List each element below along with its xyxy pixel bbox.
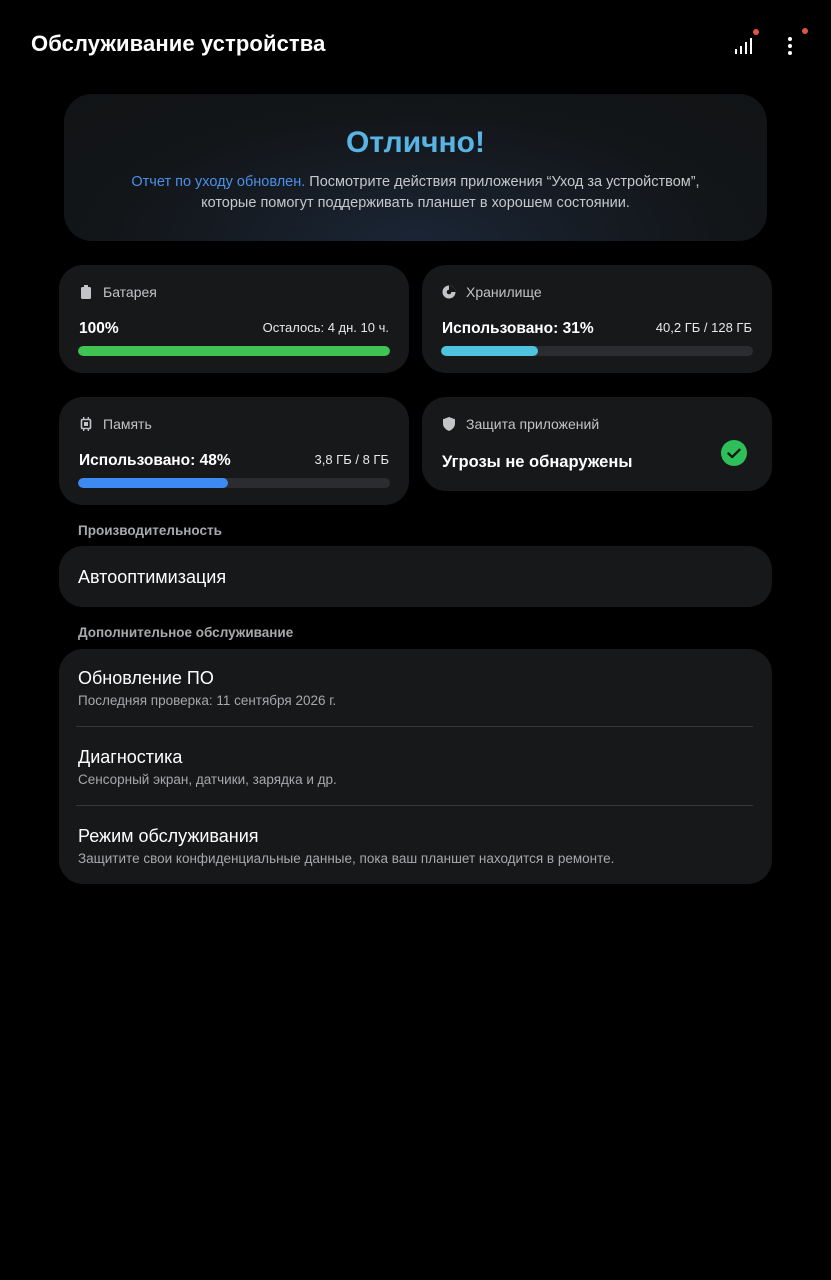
battery-card[interactable]: Батарея 100% Осталось: 4 дн. 10 ч. bbox=[59, 265, 409, 373]
notification-badge bbox=[753, 29, 759, 35]
status-text-line2: которые помогут поддерживать планшет в х… bbox=[201, 195, 630, 211]
page-title: Обслуживание устройства bbox=[31, 31, 326, 56]
storage-amount: 40,2 ГБ / 128 ГБ bbox=[655, 320, 752, 335]
memory-amount: 3,8 ГБ / 8 ГБ bbox=[314, 452, 389, 467]
maintenance-mode-title: Режим обслуживания bbox=[78, 826, 259, 846]
pie-chart-icon bbox=[442, 285, 456, 299]
memory-progress bbox=[78, 478, 390, 488]
battery-icon bbox=[79, 285, 93, 299]
software-update-item[interactable]: Обновление ПО Последняя проверка: 11 сен… bbox=[59, 649, 772, 727]
maintenance-mode-subtitle: Защитите свои конфиденциальные данные, п… bbox=[78, 851, 615, 866]
software-update-title: Обновление ПО bbox=[78, 668, 214, 688]
app-protection-card[interactable]: Защита приложений Угрозы не обнаружены bbox=[422, 397, 772, 491]
storage-progress bbox=[441, 346, 753, 356]
storage-value: Использовано: 31% bbox=[442, 320, 594, 337]
battery-progress bbox=[78, 346, 390, 356]
status-summary-card: Отлично! Отчет по уходу обновлен. Посмот… bbox=[64, 94, 767, 241]
performance-section-label: Производительность bbox=[78, 523, 222, 538]
stats-button[interactable] bbox=[725, 28, 761, 64]
battery-label: Батарея bbox=[103, 284, 157, 300]
device-care-screen: Обслуживание устройства Отлично! Отчет п… bbox=[0, 0, 831, 1280]
storage-progress-fill bbox=[441, 346, 538, 356]
storage-label: Хранилище bbox=[466, 284, 542, 300]
notification-badge bbox=[802, 28, 808, 34]
app-bar: Обслуживание устройства bbox=[0, 0, 831, 92]
battery-progress-fill bbox=[78, 346, 390, 356]
auto-optimization-label: Автооптимизация bbox=[78, 567, 227, 587]
shield-icon bbox=[442, 417, 456, 431]
divider bbox=[76, 726, 753, 727]
diagnostics-item[interactable]: Диагностика Сенсорный экран, датчики, за… bbox=[59, 728, 772, 806]
maintenance-mode-item[interactable]: Режим обслуживания Защитите свои конфиде… bbox=[59, 807, 772, 884]
auto-optimization-card[interactable]: Автооптимизация bbox=[59, 546, 772, 607]
bar-chart-icon bbox=[735, 38, 752, 54]
more-options-button[interactable] bbox=[772, 28, 808, 64]
memory-value: Использовано: 48% bbox=[79, 452, 231, 469]
status-text-line1: Посмотрите действия приложения “Уход за … bbox=[305, 174, 700, 190]
memory-label: Память bbox=[103, 416, 152, 432]
storage-card[interactable]: Хранилище Использовано: 31% 40,2 ГБ / 12… bbox=[422, 265, 772, 373]
status-description: Отчет по уходу обновлен. Посмотрите дейс… bbox=[94, 172, 737, 214]
app-protection-label: Защита приложений bbox=[466, 416, 600, 432]
divider bbox=[76, 805, 753, 806]
care-report-link[interactable]: Отчет по уходу обновлен. bbox=[131, 174, 305, 190]
status-title: Отлично! bbox=[346, 126, 485, 159]
diagnostics-subtitle: Сенсорный экран, датчики, зарядка и др. bbox=[78, 772, 337, 787]
software-update-subtitle: Последняя проверка: 11 сентября 2026 г. bbox=[78, 693, 337, 708]
more-vert-icon bbox=[788, 37, 792, 55]
battery-value: 100% bbox=[79, 320, 119, 337]
memory-card[interactable]: Память Использовано: 48% 3,8 ГБ / 8 ГБ bbox=[59, 397, 409, 505]
app-protection-status: Угрозы не обнаружены bbox=[442, 453, 633, 471]
additional-maintenance-list: Обновление ПО Последняя проверка: 11 сен… bbox=[59, 649, 772, 884]
diagnostics-title: Диагностика bbox=[78, 747, 183, 767]
battery-remaining: Осталось: 4 дн. 10 ч. bbox=[262, 320, 389, 335]
check-circle-icon bbox=[721, 440, 747, 466]
memory-progress-fill bbox=[78, 478, 228, 488]
additional-section-label: Дополнительное обслуживание bbox=[78, 625, 294, 640]
memory-chip-icon bbox=[79, 417, 93, 431]
